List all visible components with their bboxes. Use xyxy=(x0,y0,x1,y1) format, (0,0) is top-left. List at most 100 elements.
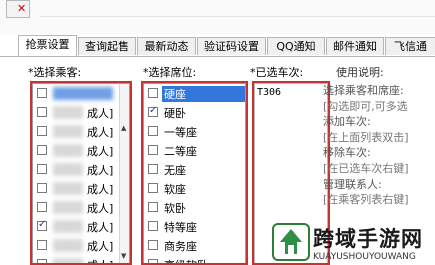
passenger-list[interactable]: 成人] 成人] 成人] 成人] 成人] 成人] ✓ 成人] 成人] ▲ ▼ xyxy=(32,83,130,265)
passenger-name-redacted xyxy=(53,144,83,157)
top-divider xyxy=(40,16,435,17)
close-button[interactable]: ✕ xyxy=(6,0,30,18)
seat-label: *选择席位: xyxy=(143,66,197,79)
seat-checkbox[interactable] xyxy=(148,145,158,155)
usage-line: [勾选即可,可多选 xyxy=(323,99,408,113)
passenger-row[interactable]: 成人] xyxy=(33,198,129,217)
seat-name: 二等座 xyxy=(164,145,197,158)
seat-row[interactable]: 高级软卧 xyxy=(144,255,245,264)
tab-query-sale[interactable]: 查询起售 xyxy=(78,37,136,55)
seat-row[interactable]: 硬座 xyxy=(144,84,245,103)
seat-checkbox[interactable] xyxy=(148,240,158,250)
passenger-type: 成人] xyxy=(87,202,114,215)
seat-checkbox[interactable] xyxy=(148,183,158,193)
passenger-checkbox[interactable] xyxy=(37,126,47,136)
passenger-checkbox[interactable] xyxy=(37,202,47,212)
seat-name: 软卧 xyxy=(164,202,186,215)
seat-name: 硬卧 xyxy=(164,107,186,120)
usage-line: [在上面列表双击] xyxy=(323,130,409,144)
window-top-area: ✕ xyxy=(0,0,435,34)
passenger-name-redacted xyxy=(53,87,113,100)
usage-instructions: 选择乘客和席座: [勾选即可,可多选 添加车次: [在上面列表双击] 移除车次:… xyxy=(323,83,421,208)
passenger-row[interactable] xyxy=(33,84,129,103)
seat-checkbox[interactable] xyxy=(148,126,158,136)
seat-name: 无座 xyxy=(164,164,186,177)
passenger-name-redacted xyxy=(53,106,83,119)
passenger-checkbox[interactable] xyxy=(37,240,47,250)
seat-name: 软座 xyxy=(164,183,186,196)
tab-grab-settings[interactable]: 抢票设置 xyxy=(18,35,77,56)
close-icon: ✕ xyxy=(17,2,27,15)
passenger-type: 成人] xyxy=(87,257,113,264)
passenger-row[interactable]: 成人] xyxy=(33,122,129,141)
seat-checkbox[interactable] xyxy=(148,221,158,231)
passenger-checkbox[interactable] xyxy=(37,107,47,117)
usage-line: [在乘客列表右键] xyxy=(323,193,409,207)
train-label: *已选车次: xyxy=(250,66,304,79)
seat-row[interactable]: 软卧 xyxy=(144,198,245,217)
passenger-checkbox[interactable] xyxy=(37,145,47,155)
seat-row[interactable]: 硬卧 xyxy=(144,103,245,122)
passenger-checkbox[interactable] xyxy=(37,164,47,174)
seat-row[interactable]: 一等座 xyxy=(144,122,245,141)
passenger-row[interactable]: 成人] xyxy=(33,255,129,264)
seat-checkbox[interactable] xyxy=(148,88,158,98)
tab-qq-notify[interactable]: QQ通知 xyxy=(267,37,325,55)
passenger-name-redacted xyxy=(53,201,83,214)
usage-line: 移除车次: xyxy=(323,146,371,160)
tab-fetion-notify[interactable]: 飞信通 xyxy=(385,37,435,55)
watermark-logo-icon xyxy=(272,223,310,261)
passenger-type: 成人] xyxy=(87,240,114,253)
scroll-up-icon[interactable]: ▲ xyxy=(121,124,126,132)
passenger-row[interactable]: 成人] xyxy=(33,141,129,160)
seat-checkbox[interactable] xyxy=(148,259,158,264)
seat-name: 高级软卧 xyxy=(164,257,208,264)
tab-bar: 抢票设置 查询起售 最新动态 验证码设置 QQ通知 邮件通知 飞信通 xyxy=(0,35,435,56)
seat-list[interactable]: 硬座 硬卧 一等座 二等座 无座 软座 软卧 特等座 xyxy=(143,83,246,265)
usage-label: 使用说明: xyxy=(336,66,384,79)
seat-name: 一等座 xyxy=(164,126,197,139)
usage-line: [在已选车次右键] xyxy=(323,161,409,175)
passenger-type: 成人] xyxy=(87,221,114,234)
scroll-down-icon[interactable]: ▼ xyxy=(121,252,126,260)
seat-row[interactable]: 特等座 xyxy=(144,217,245,236)
usage-line: 添加车次: xyxy=(323,115,371,129)
passenger-name-redacted xyxy=(53,125,83,138)
seat-row[interactable]: 软座 xyxy=(144,179,245,198)
usage-line: 选择乘客和席座: xyxy=(323,84,404,97)
passenger-type: 成人] xyxy=(87,164,114,177)
passenger-type: 成人] xyxy=(87,183,114,196)
seat-checkbox[interactable] xyxy=(148,105,158,117)
passenger-checkbox[interactable] xyxy=(37,219,47,231)
tab-captcha-settings[interactable]: 验证码设置 xyxy=(197,37,266,55)
passenger-row[interactable]: 成人] xyxy=(33,160,129,179)
passenger-checkbox[interactable] xyxy=(37,259,47,264)
passenger-label: *选择乘客: xyxy=(28,66,82,79)
tab-email-notify[interactable]: 邮件通知 xyxy=(326,37,384,55)
tab-latest-news[interactable]: 最新动态 xyxy=(137,37,196,55)
passenger-type: 成人] xyxy=(87,107,114,120)
passenger-checkbox[interactable] xyxy=(37,88,47,98)
seat-name: 特等座 xyxy=(164,221,197,234)
passenger-row[interactable]: 成人] xyxy=(33,103,129,122)
passenger-type: 成人] xyxy=(87,126,114,139)
usage-line: 管理联系人: xyxy=(323,177,382,191)
passenger-type: 成人] xyxy=(87,145,114,158)
watermark-subtext: KUAYUSHOUYOUWANG xyxy=(313,252,416,262)
watermark: 跨域手游网 KUAYUSHOUYOUWANG xyxy=(271,222,435,265)
seat-row[interactable]: 商务座 xyxy=(144,236,245,255)
train-item[interactable]: T306 xyxy=(257,87,281,98)
passenger-scrollbar[interactable]: ▲ ▼ xyxy=(119,84,129,264)
seat-row[interactable]: 无座 xyxy=(144,160,245,179)
passenger-row[interactable]: 成人] xyxy=(33,217,129,236)
passenger-row[interactable]: 成人] xyxy=(33,179,129,198)
seat-checkbox[interactable] xyxy=(148,164,158,174)
seat-name: 硬座 xyxy=(162,86,245,102)
passenger-name-redacted xyxy=(53,258,83,264)
seat-row[interactable]: 二等座 xyxy=(144,141,245,160)
passenger-name-redacted xyxy=(53,239,83,252)
passenger-row[interactable]: 成人] xyxy=(33,236,129,255)
watermark-text: 跨域手游网 xyxy=(313,227,423,251)
seat-checkbox[interactable] xyxy=(148,202,158,212)
passenger-checkbox[interactable] xyxy=(37,183,47,193)
